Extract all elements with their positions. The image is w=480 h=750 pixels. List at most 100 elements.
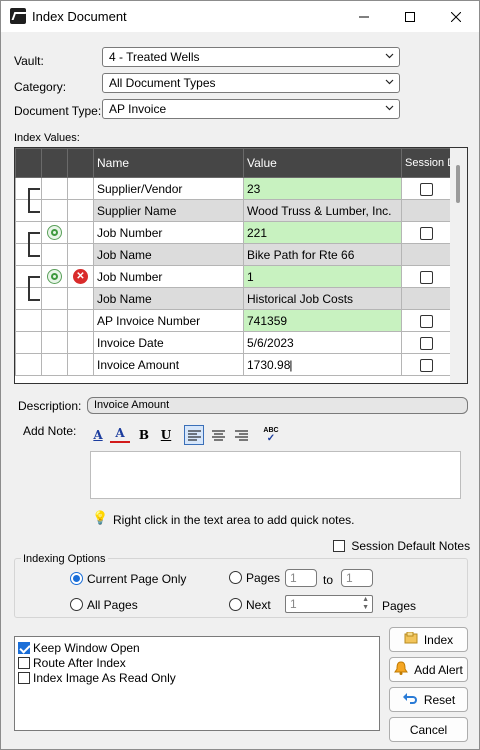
cell-value: Bike Path for Rte 66 — [243, 243, 402, 266]
add-icon[interactable] — [47, 269, 62, 285]
session-default-notes-checkbox[interactable]: Session Default Notes — [333, 539, 470, 553]
cell-name: Invoice Amount — [93, 353, 244, 376]
table-row[interactable]: Job Name Historical Job Costs — [15, 287, 452, 310]
table-row[interactable]: Job Name Bike Path for Rte 66 — [15, 243, 452, 266]
keep-window-open-checkbox[interactable]: Keep Window Open — [18, 641, 140, 655]
text-caret: | — [289, 357, 293, 372]
row-remove-cell — [67, 221, 94, 244]
add-alert-button[interactable]: Add Alert — [389, 657, 468, 682]
pages-from-value: 1 — [290, 571, 297, 585]
session-default-checkbox[interactable] — [420, 182, 433, 196]
description-label: Description: — [18, 399, 82, 413]
close-button[interactable] — [433, 1, 479, 32]
cell-name: Supplier Name — [93, 199, 244, 222]
index-button[interactable]: Index — [389, 627, 468, 652]
cell-value: Historical Job Costs — [243, 287, 402, 310]
font-style-icon[interactable]: A — [88, 425, 108, 445]
index-values-label: Index Values: — [14, 132, 80, 144]
add-icon[interactable] — [47, 225, 62, 241]
vault-select[interactable]: 4 - Treated Wells — [102, 47, 400, 67]
grid-header-blank — [67, 148, 94, 178]
cell-name: Job Name — [93, 243, 244, 266]
table-row[interactable]: Invoice Amount 1730.98| — [15, 353, 452, 376]
maximize-button[interactable] — [387, 1, 433, 32]
table-row[interactable]: AP Invoice Number 741359 — [15, 309, 452, 332]
index-read-only-checkbox[interactable]: Index Image As Read Only — [18, 671, 176, 685]
session-default-checkbox[interactable] — [420, 358, 433, 372]
session-default-checkbox[interactable] — [420, 314, 433, 328]
cell-value[interactable]: 1 — [243, 265, 402, 288]
spellcheck-icon[interactable]: ABC ✓ — [261, 425, 281, 445]
indexing-options-label: Indexing Options — [21, 553, 108, 565]
scrollbar-thumb[interactable] — [456, 165, 460, 203]
pages-suffix-label: Pages — [382, 599, 417, 613]
font-color-icon[interactable]: A — [110, 425, 130, 443]
cell-name: Job Name — [93, 287, 244, 310]
next-radio[interactable] — [229, 598, 242, 611]
table-row[interactable]: Job Number 221 — [15, 221, 452, 244]
row-remove-cell — [67, 353, 94, 376]
table-row[interactable]: Supplier Name Wood Truss & Lumber, Inc. — [15, 199, 452, 222]
row-add-cell — [41, 331, 68, 354]
all-pages-radio[interactable] — [70, 598, 83, 611]
pages-from-input[interactable]: 1 — [285, 569, 317, 587]
maximize-icon — [405, 11, 415, 22]
session-default-checkbox[interactable] — [420, 226, 433, 240]
row-remove-cell — [67, 177, 94, 200]
bell-icon — [394, 661, 409, 678]
next-pages-stepper[interactable]: 1 ▲ ▼ — [285, 595, 373, 613]
next-label: Next — [246, 598, 271, 612]
cell-value[interactable]: 221 — [243, 221, 402, 244]
table-row[interactable]: ✕ Job Number 1 — [15, 265, 452, 288]
align-center-icon[interactable] — [208, 425, 228, 445]
cell-name: Job Number — [93, 221, 244, 244]
keep-window-open-label: Keep Window Open — [33, 641, 140, 655]
description-field: Invoice Amount — [87, 397, 468, 414]
category-select[interactable]: All Document Types — [102, 73, 400, 93]
pages-radio[interactable] — [229, 571, 242, 584]
row-add-cell — [41, 353, 68, 376]
checkbox-box — [18, 642, 30, 654]
cell-value[interactable]: 5/6/2023 — [243, 331, 402, 354]
route-after-index-checkbox[interactable]: Route After Index — [18, 656, 126, 670]
table-row[interactable]: Supplier/Vendor 23 — [15, 177, 452, 200]
session-default-checkbox[interactable] — [420, 336, 433, 350]
reset-button[interactable]: Reset — [389, 687, 468, 712]
grid-scrollbar[interactable] — [450, 148, 467, 383]
cell-session-default — [401, 265, 452, 288]
cell-value[interactable]: 23 — [243, 177, 402, 200]
underline-icon[interactable]: U — [156, 425, 176, 445]
row-add-cell — [41, 287, 68, 310]
cell-value[interactable]: 1730.98| — [243, 353, 402, 376]
current-page-radio[interactable] — [70, 572, 83, 585]
grid-header-value: Value — [243, 148, 402, 178]
cell-session-default — [401, 199, 452, 222]
group-bracket — [28, 232, 40, 257]
chevron-down-icon — [385, 103, 394, 111]
grid-header-blank — [15, 148, 42, 178]
index-read-only-label: Index Image As Read Only — [33, 671, 176, 685]
align-right-icon[interactable] — [231, 425, 251, 445]
pages-to-input[interactable]: 1 — [341, 569, 373, 587]
row-add-cell — [41, 309, 68, 332]
row-add-cell — [41, 243, 68, 266]
stepper-arrows-icon[interactable]: ▲ ▼ — [362, 596, 369, 612]
align-left-icon[interactable] — [184, 425, 204, 445]
cancel-button[interactable]: Cancel — [389, 717, 468, 742]
cell-value[interactable]: 741359 — [243, 309, 402, 332]
bold-icon[interactable]: B — [134, 425, 154, 445]
lightbulb-icon: 💡 — [92, 510, 109, 525]
row-remove-cell — [67, 309, 94, 332]
grid-header-blank — [41, 148, 68, 178]
index-document-window: Index Document Vault: 4 - Treated Wells … — [0, 0, 480, 750]
note-textarea[interactable] — [90, 451, 461, 499]
minimize-button[interactable] — [341, 1, 387, 32]
cell-session-default — [401, 353, 452, 376]
checkbox-box — [18, 672, 30, 684]
session-default-checkbox[interactable] — [420, 270, 433, 284]
remove-icon[interactable]: ✕ — [73, 269, 88, 285]
document-type-select[interactable]: AP Invoice — [102, 99, 400, 119]
table-row[interactable]: Invoice Date 5/6/2023 — [15, 331, 452, 354]
chevron-down-icon — [385, 77, 394, 85]
current-page-label: Current Page Only — [87, 572, 187, 586]
